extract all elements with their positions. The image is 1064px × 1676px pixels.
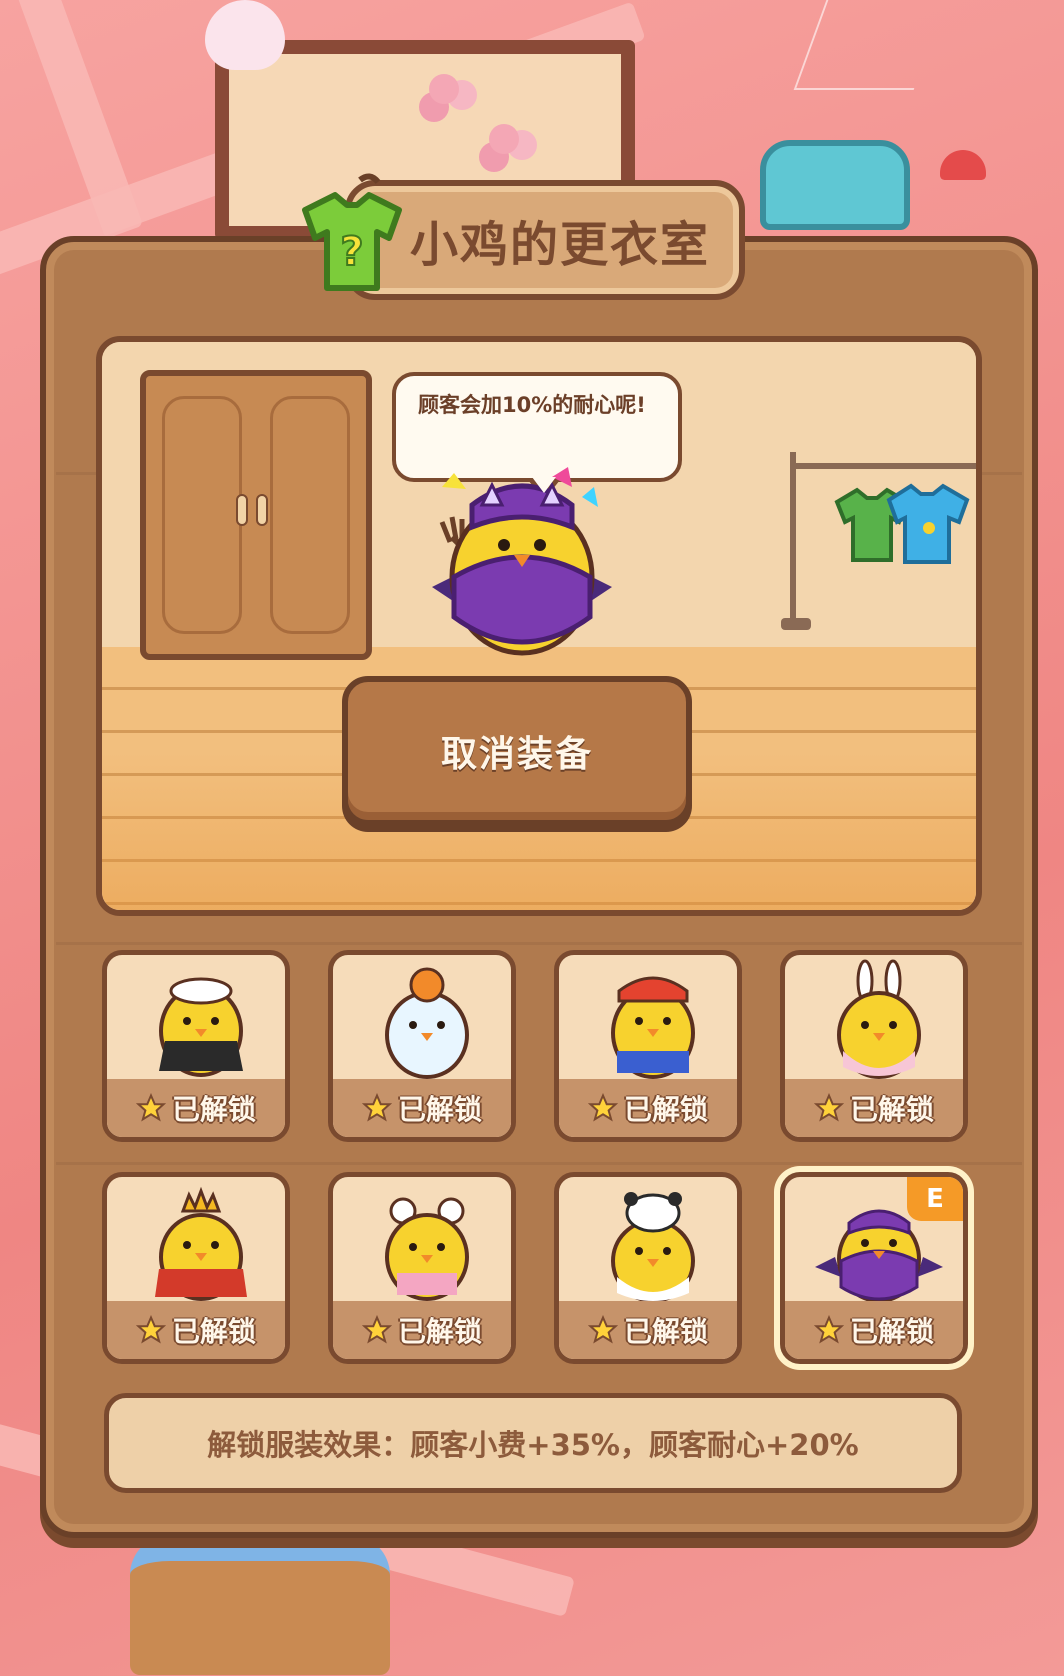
plank-line	[56, 942, 1022, 945]
unlock-label: 已解锁	[849, 1315, 934, 1348]
radio-icon	[760, 140, 910, 230]
star-icon	[813, 1315, 844, 1344]
king-chick-icon	[155, 1186, 247, 1301]
blossom-icon	[489, 124, 519, 154]
maid-chick-icon	[159, 977, 243, 1077]
spider-web-icon	[793, 0, 947, 90]
outfit-card-king[interactable]: 已解锁	[102, 1172, 290, 1364]
equipped-badge: E	[907, 1177, 963, 1221]
svg-text:?: ?	[340, 229, 363, 275]
unlock-status: 已解锁	[333, 1301, 511, 1359]
wardrobe-knob	[236, 494, 248, 526]
unequip-button[interactable]: 取消装备	[342, 676, 692, 826]
star-icon	[135, 1315, 166, 1344]
clothes-rack-icon	[781, 452, 976, 630]
unlock-label: 已解锁	[397, 1093, 482, 1126]
wardrobe-cabinet	[140, 370, 372, 660]
star-icon	[361, 1093, 392, 1122]
star-icon	[813, 1093, 844, 1122]
panda-chick-icon	[611, 1192, 695, 1303]
unlock-status: 已解锁	[333, 1079, 511, 1137]
pumpkin-ghost-chick-icon	[385, 967, 469, 1079]
unlock-status: 已解锁	[107, 1301, 285, 1359]
outfit-card-pumpkin-ghost[interactable]: 已解锁	[328, 950, 516, 1142]
outfit-card-plumber[interactable]: 已解锁	[554, 950, 742, 1142]
outfit-card-maid[interactable]: 已解锁	[102, 950, 290, 1142]
star-icon	[135, 1093, 166, 1122]
outfit-grid: 已解锁 已解锁 已解锁 已解锁 已解锁 已解锁 已解锁 E 已解锁	[102, 950, 978, 1370]
star-icon	[361, 1315, 392, 1344]
unlock-label: 已解锁	[623, 1093, 708, 1126]
unlock-status: 已解锁	[785, 1079, 963, 1137]
devil-chick-character	[432, 467, 612, 656]
outfit-card-bunny[interactable]: 已解锁	[780, 950, 968, 1142]
blossom-icon	[429, 74, 459, 104]
outfit-card-devil[interactable]: E 已解锁	[780, 1172, 968, 1364]
unlock-status: 已解锁	[559, 1079, 737, 1137]
unlock-status: 已解锁	[559, 1301, 737, 1359]
unlock-label: 已解锁	[171, 1093, 256, 1126]
wardrobe-door-right	[270, 396, 350, 634]
bunny-chick-icon	[837, 959, 921, 1079]
unlock-status: 已解锁	[785, 1301, 963, 1359]
plumber-chick-icon	[611, 976, 695, 1079]
outfit-effect-summary: 解锁服装效果：顾客小费+35%，顾客耐心+20%	[104, 1393, 962, 1493]
star-icon	[587, 1315, 618, 1344]
unlock-label: 已解锁	[623, 1315, 708, 1348]
mushroom-icon	[940, 150, 986, 180]
star-icon	[587, 1093, 618, 1122]
speech-bubble: 顾客会加10%的耐心呢!	[392, 372, 682, 500]
wardrobe-door-left	[162, 396, 242, 634]
dressing-room-scene: 顾客会加10%的耐心呢! 取消装备	[96, 336, 982, 916]
unlock-status: 已解锁	[107, 1079, 285, 1137]
bunny-decoration-icon	[205, 0, 285, 70]
bun-hair-chick-icon	[385, 1197, 469, 1301]
outfit-card-panda[interactable]: 已解锁	[554, 1172, 742, 1364]
unlock-label: 已解锁	[849, 1093, 934, 1126]
outfit-card-bun-hair[interactable]: 已解锁	[328, 1172, 516, 1364]
unlock-label: 已解锁	[171, 1315, 256, 1348]
unlock-label: 已解锁	[397, 1315, 482, 1348]
basket-icon	[130, 1535, 390, 1675]
mystery-shirt-icon: ?	[302, 173, 402, 291]
wardrobe-knob	[256, 494, 268, 526]
page-title: 小鸡的更衣室	[410, 217, 711, 273]
